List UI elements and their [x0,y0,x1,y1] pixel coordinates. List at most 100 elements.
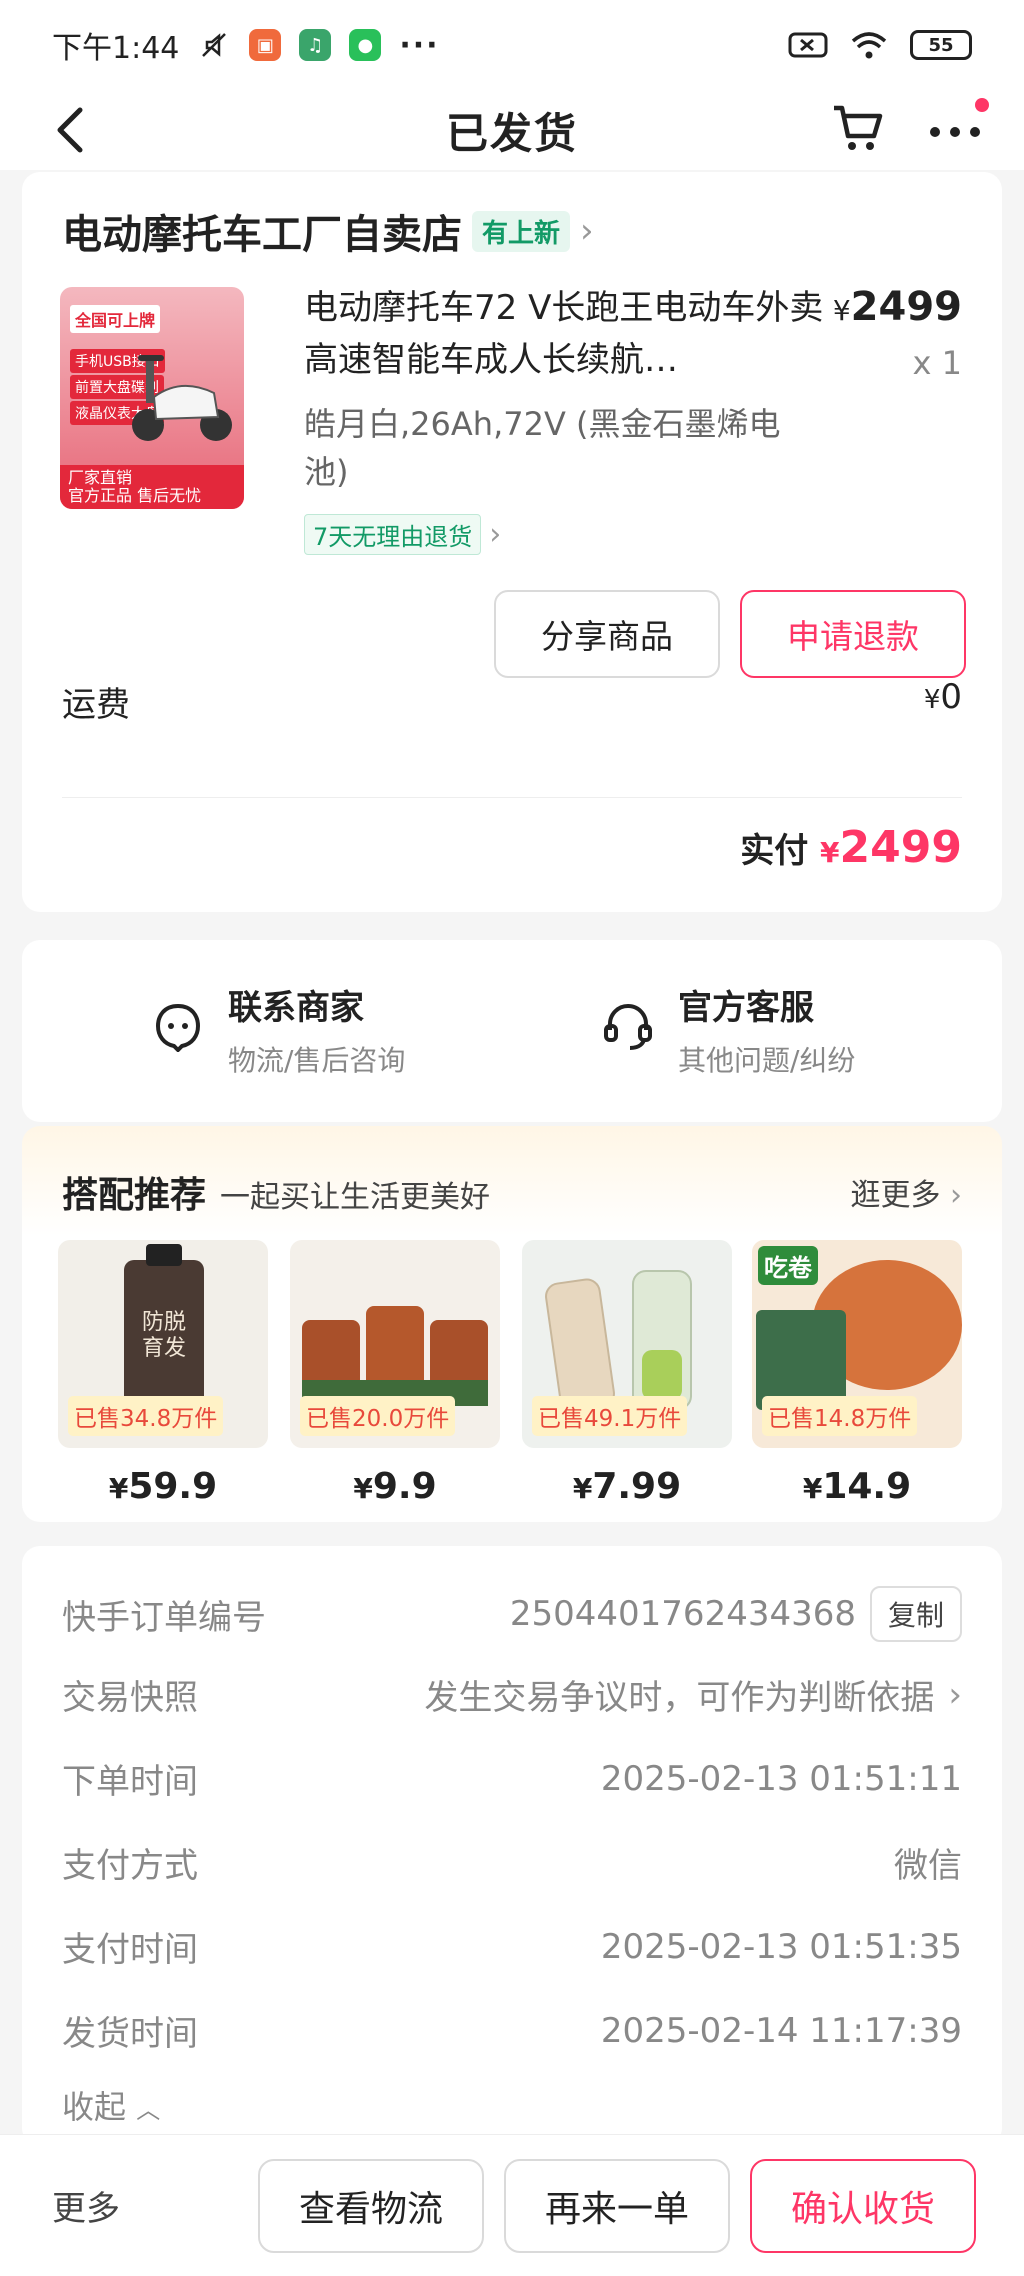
payment-method-value: 微信 [894,1846,962,1886]
chevron-right-icon: › [948,1674,962,1715]
no-sim-icon [788,32,828,58]
battery-level: 55 [928,34,954,56]
chevron-right-icon: › [950,1178,962,1213]
official-support-subtitle: 其他问题/纠纷 [678,1044,856,1077]
sold-count-badge: 已售34.8万件 [68,1396,224,1436]
shop-name[interactable]: 电动摩托车工厂自卖店 [62,202,462,260]
more-actions-button[interactable]: 更多 [52,2181,120,2230]
recommend-header: 搭配推荐 一起买让生活更美好 [62,1166,490,1218]
payment-method-label: 支付方式 [62,1846,198,1886]
status-bar: 下午1:44 ▣ ♫ ● ··· 55 [0,0,1024,90]
shampoo-cap [146,1244,182,1266]
wifi-icon [851,32,887,59]
shipping-currency: ¥ [923,685,941,715]
image-text: 官方正品 售后无忧 [68,486,202,505]
recommend-card: 搭配推荐 一起买让生活更美好 逛更多 › 防脱育发 已售34.8万件 ¥59.9… [22,1126,1002,1522]
price-currency: ¥ [353,1472,373,1505]
shampoo-label: 防脱育发 [141,1310,186,1361]
status-time: 下午1:44 [52,31,180,66]
order-time-label: 下单时间 [62,1762,198,1802]
price-value: 2499 [850,284,962,330]
lime-slices [642,1350,682,1400]
price-value: 14.9 [822,1466,912,1507]
order-number-row: 快手订单编号 2504401762434368 复制 [62,1586,962,1642]
paid-value: 2499 [839,822,962,873]
noodle-package [756,1310,846,1410]
product-spec: 皓月白,26Ah,72V (黑金石墨烯电池) [304,405,781,491]
recommend-item-price: ¥59.9 [58,1466,268,1507]
contact-merchant[interactable]: 联系商家 物流/售后咨询 [152,980,405,1079]
app-notification-icon: ▣ [249,29,282,61]
browse-more-link[interactable]: 逛更多 › [850,1170,962,1214]
mute-icon [202,33,227,57]
paid-currency: ¥ [820,836,840,869]
order-time-value: 2025-02-13 01:51:11 [600,1758,962,1799]
request-refund-button[interactable]: 申请退款 [740,590,966,678]
image-text: 厂家直销 [68,468,133,487]
product-title[interactable]: 电动摩托车72 V长跑王电动车外卖高速智能车成人长续航… [304,282,824,386]
price-currency: ¥ [108,1472,129,1505]
ship-time-value: 2025-02-14 11:17:39 [600,2010,962,2051]
price-currency: ¥ [832,294,851,327]
paid-total: 实付 ¥2499 [740,822,962,873]
copy-button[interactable]: 复制 [869,1586,962,1642]
chevron-up-icon: ︿ [136,2096,161,2124]
shipping-label: 运费 [62,685,130,725]
price-currency: ¥ [802,1472,823,1505]
recommend-item[interactable]: 吃卷 已售14.8万件 ¥14.9 [752,1240,962,1507]
chevron-right-icon: › [580,211,594,251]
recommend-item-price: ¥7.99 [522,1466,732,1507]
noodle-label: 吃卷 [758,1246,818,1285]
sold-count-badge: 已售14.8万件 [762,1396,918,1436]
more-icon[interactable] [925,112,985,152]
chat-icon [155,1003,201,1052]
recommend-item[interactable]: 已售20.0万件 ¥9.9 [290,1240,500,1507]
confirm-receipt-button[interactable]: 确认收货 [750,2159,976,2253]
official-support[interactable]: 官方客服 其他问题/纠纷 [602,980,855,1079]
snapshot-value: 发生交易争议时，可作为判断依据 [424,1678,935,1718]
return-policy-label: 7天无理由退货 [304,514,482,555]
payment-time-label: 支付时间 [62,1930,198,1970]
battery-icon: 55 [910,30,972,60]
shipping-amount: 0 [940,677,962,717]
recommend-item[interactable]: 防脱育发 已售34.8万件 ¥59.9 [58,1240,268,1507]
recommend-item-image: 防脱育发 已售34.8万件 [58,1240,268,1448]
bottom-action-bar: 更多 查看物流 再来一单 确认收货 [0,2134,1024,2276]
nav-bar: 已发货 [0,90,1024,170]
product-quantity: x 1 [912,344,962,382]
collapse-toggle[interactable]: 收起 ︿ [62,2082,160,2128]
order-info-card: 快手订单编号 2504401762434368 复制 交易快照 发生交易争议时，可… [22,1546,1002,2146]
chevron-right-icon: › [489,517,502,552]
shop-badge: 有上新 [472,210,571,252]
recommend-title: 搭配推荐 [62,1175,207,1216]
recommend-item-image: 已售49.1万件 [522,1240,732,1448]
recommend-item[interactable]: 已售49.1万件 ¥7.99 [522,1240,732,1507]
service-card: 联系商家 物流/售后咨询 官方客服 其他问题/纠纷 [22,940,1002,1122]
paid-label: 实付 [740,831,809,871]
snapshot-row[interactable]: 交易快照 发生交易争议时，可作为判断依据 › [62,1670,962,1719]
product-image[interactable]: 全国可上牌 手机USB接口 前置大盘碟刹 液晶仪表大盘 厂家直销 官方正品 售后… [60,287,244,509]
share-product-button[interactable]: 分享商品 [494,590,720,678]
contact-merchant-title: 联系商家 [228,988,364,1028]
image-footer: 厂家直销 官方正品 售后无忧 [60,465,244,509]
sold-count-badge: 已售49.1万件 [532,1396,688,1436]
reorder-button[interactable]: 再来一单 [504,2159,730,2253]
more-notifications-icon: ··· [399,27,440,63]
order-number-value: 2504401762434368 [509,1594,856,1634]
snapshot-label: 交易快照 [62,1678,198,1718]
browse-more-label: 逛更多 [850,1178,941,1213]
payment-method-row: 支付方式 微信 [62,1838,962,1887]
order-card: 电动摩托车工厂自卖店 有上新 › 全国可上牌 手机USB接口 前置大盘碟刹 液晶… [22,172,1002,912]
price-currency: ¥ [572,1472,593,1505]
return-policy-tag[interactable]: 7天无理由退货 › [304,514,501,555]
recommend-item-price: ¥9.9 [290,1466,500,1507]
water-bottle [543,1276,617,1414]
shop-header[interactable]: 电动摩托车工厂自卖店 有上新 › [62,202,594,260]
cart-icon[interactable] [830,100,886,156]
image-text: 全国可上牌 [70,305,161,333]
payment-time-value: 2025-02-13 01:51:35 [600,1926,962,1967]
shipping-value: ¥0 [924,677,962,726]
payment-time-row: 支付时间 2025-02-13 01:51:35 [62,1922,962,1971]
view-logistics-button[interactable]: 查看物流 [258,2159,484,2253]
order-number-label: 快手订单编号 [62,1597,266,1638]
